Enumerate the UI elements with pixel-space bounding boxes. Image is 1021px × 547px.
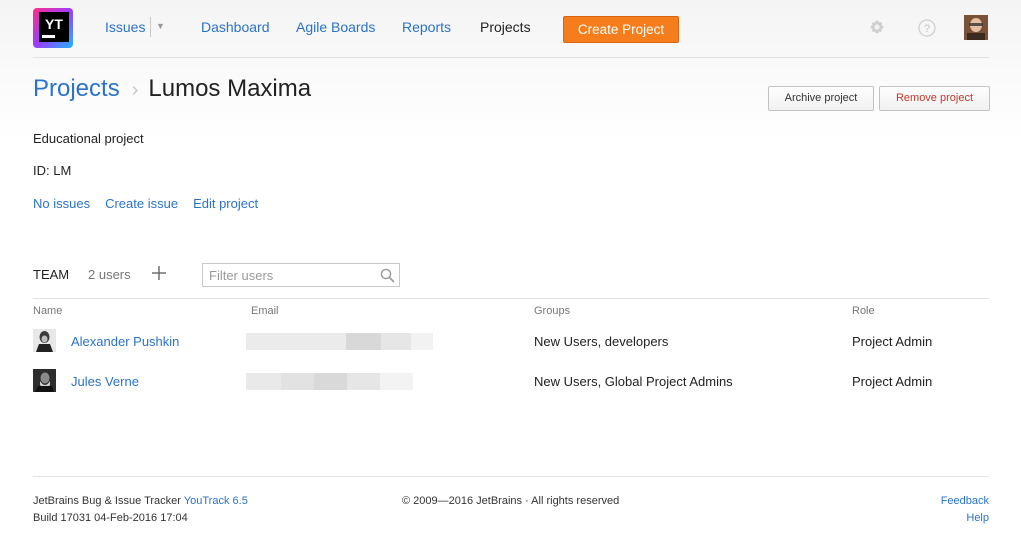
feedback-link[interactable]: Feedback — [941, 495, 989, 507]
plus-icon[interactable] — [150, 264, 168, 282]
column-header-role: Role — [852, 305, 875, 317]
project-links: No issues Create issue Edit project — [33, 196, 273, 211]
header-divider — [33, 57, 989, 58]
no-issues-link[interactable]: No issues — [33, 196, 90, 211]
archive-project-button[interactable]: Archive project — [768, 86, 874, 111]
gear-icon[interactable] — [869, 19, 885, 35]
footer-build: Build 17031 04-Feb-2016 17:04 — [33, 512, 188, 524]
svg-text:?: ? — [924, 23, 930, 35]
avatar — [33, 329, 56, 352]
youtrack-logo[interactable]: YT — [33, 8, 73, 48]
create-issue-link[interactable]: Create issue — [105, 196, 178, 211]
column-header-email: Email — [251, 305, 279, 317]
user-role: Project Admin — [852, 334, 933, 349]
filter-users-field — [202, 263, 400, 287]
filter-users-input[interactable] — [209, 266, 369, 284]
nav-reports[interactable]: Reports — [402, 19, 451, 35]
column-header-name: Name — [33, 305, 63, 317]
avatar — [33, 369, 56, 392]
page-title: Lumos Maxima — [148, 75, 312, 102]
nav-agile-boards[interactable]: Agile Boards — [296, 19, 375, 35]
breadcrumb-projects-link[interactable]: Projects — [33, 75, 120, 102]
user-name-link[interactable]: Jules Verne — [71, 374, 139, 389]
help-icon[interactable]: ? — [918, 19, 936, 37]
nav-dashboard[interactable]: Dashboard — [201, 19, 270, 35]
team-user-count: 2 users — [88, 267, 131, 282]
footer-divider — [33, 476, 989, 477]
edit-project-link[interactable]: Edit project — [193, 196, 258, 211]
nav-issues[interactable]: Issues — [105, 19, 145, 35]
youtrack-version-link[interactable]: YouTrack 6.5 — [184, 495, 248, 507]
remove-project-button[interactable]: Remove project — [879, 86, 990, 111]
team-table-divider — [33, 298, 989, 299]
search-icon[interactable] — [380, 268, 395, 283]
user-avatar[interactable] — [964, 15, 988, 40]
breadcrumb: Projects › Lumos Maxima — [33, 75, 311, 103]
create-project-button[interactable]: Create Project — [563, 16, 679, 43]
help-link[interactable]: Help — [966, 512, 989, 524]
team-heading: TEAM — [33, 267, 70, 282]
user-groups: New Users, Global Project Admins — [534, 374, 733, 389]
project-description: Educational project — [33, 131, 144, 146]
user-role: Project Admin — [852, 374, 933, 389]
issues-divider — [150, 17, 151, 37]
footer-tracker-info: JetBrains Bug & Issue Tracker YouTrack 6… — [33, 495, 248, 507]
footer-copyright: © 2009—2016 JetBrains · All rights reser… — [402, 495, 620, 507]
nav-projects[interactable]: Projects — [480, 19, 531, 35]
logo-text: YT — [45, 16, 63, 32]
top-navbar: YT Issues ▼ Dashboard Agile Boards Repor… — [0, 0, 1021, 56]
column-header-groups: Groups — [534, 305, 571, 317]
footer-tracker-text: JetBrains Bug & Issue Tracker — [33, 495, 181, 507]
user-groups: New Users, developers — [534, 334, 669, 349]
breadcrumb-separator: › — [131, 79, 139, 101]
chevron-down-icon[interactable]: ▼ — [156, 21, 165, 31]
user-name-link[interactable]: Alexander Pushkin — [71, 334, 179, 349]
project-id: ID: LM — [33, 163, 72, 178]
